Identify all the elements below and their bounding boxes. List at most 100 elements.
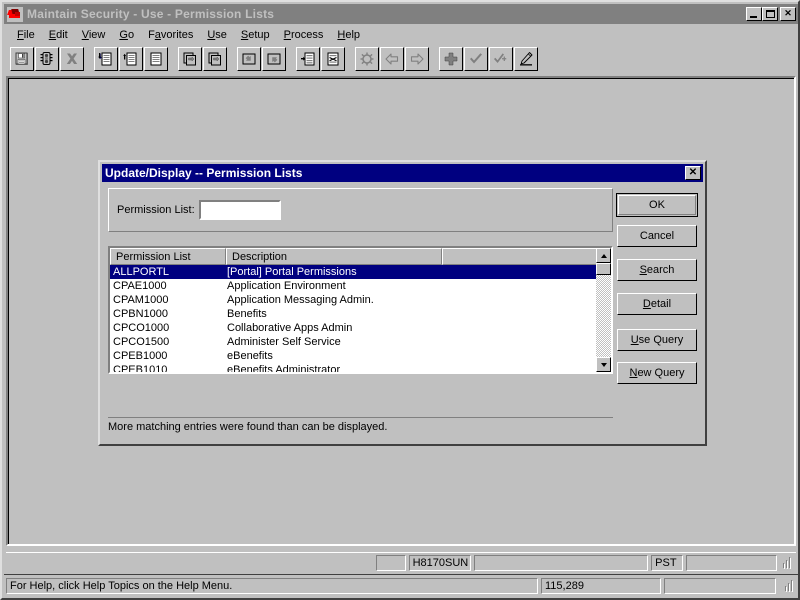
next-in-list-icon[interactable] [94, 47, 118, 71]
window-title: Maintain Security - Use - Permission Lis… [27, 7, 746, 21]
cancel-button-label: Cancel [640, 230, 674, 242]
scrollbar-track[interactable] [596, 263, 611, 357]
table-row[interactable]: CPAE1000 Application Environment [110, 279, 596, 293]
dialog-title: Update/Display -- Permission Lists [105, 166, 685, 180]
dialog-close-button[interactable]: ✕ [685, 166, 701, 180]
inner-status-pane-5 [686, 555, 777, 571]
save-icon[interactable] [10, 47, 34, 71]
menu-view[interactable]: View [75, 27, 113, 43]
menubar: File Edit View Go Favorites Use Setup Pr… [4, 26, 798, 44]
inner-status-pane-timezone: PST [651, 555, 683, 571]
use-query-button[interactable]: Use Query [617, 329, 697, 351]
delete-icon[interactable] [60, 47, 84, 71]
search-criteria-group: Permission List: [108, 188, 613, 232]
scrollbar-thumb[interactable] [596, 263, 611, 275]
insert-row-icon[interactable] [237, 47, 261, 71]
cell-description: Benefits [224, 307, 439, 321]
cell-code: CPAE1000 [110, 279, 224, 293]
peoplesoft-icon [7, 7, 23, 22]
table-row[interactable]: CPCO1500 Administer Self Service [110, 335, 596, 349]
cancel-button[interactable]: Cancel [617, 225, 697, 247]
ok-button[interactable]: OK [616, 193, 698, 217]
app-resize-grip[interactable] [782, 579, 795, 592]
grid-rows[interactable]: ALLPORTL [Portal] Portal Permissions CPA… [110, 265, 596, 372]
new-query-button[interactable]: New Query [617, 362, 697, 384]
use-query-button-label: Use Query [631, 334, 684, 346]
toolbar [4, 44, 798, 74]
inner-status-pane-1 [376, 555, 406, 571]
close-button[interactable]: ✕ [780, 7, 796, 21]
dialog-titlebar[interactable]: Update/Display -- Permission Lists ✕ [102, 164, 703, 182]
copy-icon[interactable] [178, 47, 202, 71]
correction-icon[interactable] [514, 47, 538, 71]
cell-description: Application Environment [224, 279, 439, 293]
menu-favorites[interactable]: Favorites [141, 27, 200, 43]
table-row[interactable]: ALLPORTL [Portal] Portal Permissions [110, 265, 596, 279]
cell-code: CPCO1000 [110, 321, 224, 335]
status-extra [664, 578, 776, 594]
window-controls: ✕ [746, 7, 796, 21]
table-row[interactable]: CPBN1000 Benefits [110, 307, 596, 321]
update-display-all-icon[interactable] [489, 47, 513, 71]
import-icon[interactable] [296, 47, 320, 71]
update-display-dialog: Update/Display -- Permission Lists ✕ Per… [98, 160, 707, 446]
menu-edit[interactable]: Edit [42, 27, 75, 43]
cell-code: CPAM1000 [110, 293, 224, 307]
table-row[interactable]: CPEB1000 eBenefits [110, 349, 596, 363]
menu-use[interactable]: Use [200, 27, 234, 43]
permission-list-input[interactable] [199, 200, 281, 220]
cell-description: eBenefits [224, 349, 439, 363]
export-icon[interactable] [321, 47, 345, 71]
menu-file[interactable]: File [10, 27, 42, 43]
cell-code: CPEB1000 [110, 349, 224, 363]
delete-row-icon[interactable] [262, 47, 286, 71]
previous-in-list-icon[interactable] [119, 47, 143, 71]
ok-button-label: OK [649, 199, 665, 211]
cell-description: Collaborative Apps Admin [224, 321, 439, 335]
dialog-message: More matching entries were found than ca… [108, 417, 613, 437]
menu-help[interactable]: Help [330, 27, 367, 43]
grid-header-permission-list[interactable]: Permission List [110, 248, 226, 265]
table-row[interactable]: CPAM1000 Application Messaging Admin. [110, 293, 596, 307]
cell-code: CPCO1500 [110, 335, 224, 349]
menu-process[interactable]: Process [277, 27, 331, 43]
cell-description: [Portal] Portal Permissions [224, 265, 439, 279]
application-statusbar: For Help, click Help Topics on the Help … [4, 574, 798, 596]
cell-description: Application Messaging Admin. [224, 293, 439, 307]
cell-code: CPBN1000 [110, 307, 224, 321]
maximize-button[interactable] [762, 7, 778, 21]
table-row[interactable]: CPEB1010 eBenefits Administrator [110, 363, 596, 372]
inner-status-pane-database: H8170SUN [409, 555, 472, 571]
status-help-text: For Help, click Help Topics on the Help … [6, 578, 538, 594]
status-counter: 115,289 [541, 578, 661, 594]
search-button[interactable]: Search [617, 259, 697, 281]
search-icon[interactable] [35, 47, 59, 71]
child-resize-grip[interactable] [780, 556, 793, 569]
list-icon[interactable] [144, 47, 168, 71]
table-row[interactable]: CPCO1000 Collaborative Apps Admin [110, 321, 596, 335]
minimize-button[interactable] [746, 7, 762, 21]
forward-icon[interactable] [405, 47, 429, 71]
detail-button-label: Detail [643, 298, 671, 310]
new-query-button-label: New Query [629, 367, 684, 379]
child-window-statusbar: H8170SUN PST [6, 552, 796, 572]
back-icon[interactable] [380, 47, 404, 71]
grid-header-description[interactable]: Description [226, 248, 442, 265]
paste-icon[interactable] [203, 47, 227, 71]
search-results-grid[interactable]: Permission List Description ALLPORTL [Po… [108, 246, 613, 374]
inner-status-pane-3 [474, 555, 648, 571]
scroll-down-button[interactable] [596, 357, 611, 372]
menu-setup[interactable]: Setup [234, 27, 277, 43]
process-icon[interactable] [355, 47, 379, 71]
grid-vertical-scrollbar[interactable] [596, 248, 611, 372]
cell-description: Administer Self Service [224, 335, 439, 349]
menu-go[interactable]: Go [112, 27, 141, 43]
permission-list-label: Permission List: [117, 204, 195, 216]
scroll-up-button[interactable] [596, 248, 611, 263]
cell-code: CPEB1010 [110, 363, 224, 372]
grid-header-blank[interactable] [442, 248, 599, 265]
update-display-icon[interactable] [464, 47, 488, 71]
add-icon[interactable] [439, 47, 463, 71]
detail-button[interactable]: Detail [617, 293, 697, 315]
window-titlebar[interactable]: Maintain Security - Use - Permission Lis… [4, 4, 798, 24]
